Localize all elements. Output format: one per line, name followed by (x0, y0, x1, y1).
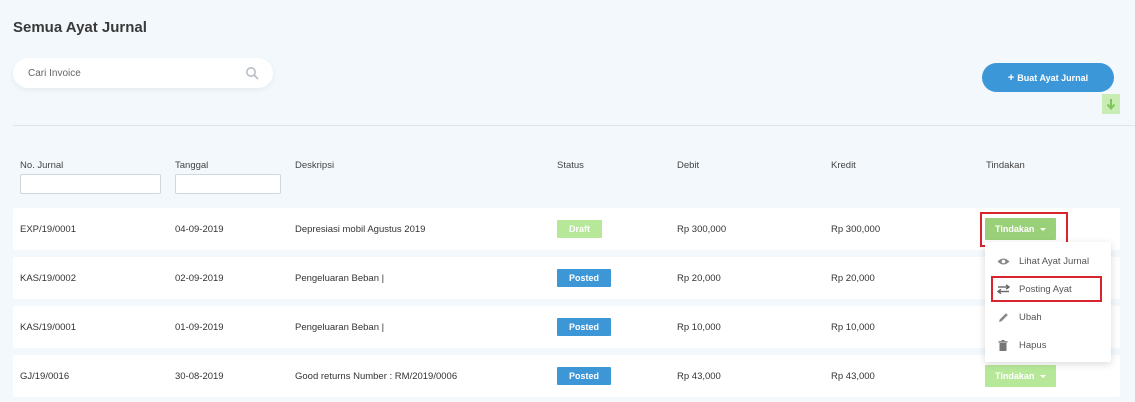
menu-item-hapus[interactable]: Hapus (985, 331, 1111, 359)
table-row: KAS/19/0001 01-09-2019 Pengeluaran Beban… (13, 306, 1120, 348)
table-row: GJ/19/0016 30-08-2019 Good returns Numbe… (13, 355, 1120, 397)
cell-tanggal: 02-09-2019 (175, 272, 224, 284)
column-header-deskripsi: Deskripsi (295, 160, 335, 171)
trash-icon (996, 338, 1010, 352)
column-header-debit: Debit (677, 160, 700, 171)
cell-deskripsi: Pengeluaran Beban | (295, 321, 385, 333)
cell-no-jurnal: EXP/19/0001 (20, 223, 76, 235)
menu-item-label: Ubah (1019, 311, 1042, 323)
arrow-down-icon (1106, 99, 1116, 110)
menu-item-label: Lihat Ayat Jurnal (1019, 255, 1090, 267)
menu-item-highlight (991, 276, 1102, 302)
filter-no-jurnal-input[interactable] (20, 174, 161, 194)
cell-no-jurnal: KAS/19/0001 (20, 321, 76, 333)
status-badge: Posted (557, 367, 612, 385)
column-header-tanggal: Tanggal (175, 160, 209, 171)
menu-item-label: Hapus (1019, 339, 1047, 351)
column-header-no-jurnal: No. Jurnal (20, 160, 64, 171)
column-header-kredit: Kredit (831, 160, 856, 171)
pencil-icon (996, 310, 1010, 324)
cell-debit: Rp 43,000 (677, 370, 721, 382)
search-icon[interactable] (245, 66, 259, 80)
status-badge: Draft (557, 220, 603, 238)
cell-tanggal: 30-08-2019 (175, 370, 224, 382)
table-row: EXP/19/0001 04-09-2019 Depresiasi mobil … (13, 208, 1120, 250)
cell-deskripsi: Good returns Number : RM/2019/0006 (295, 370, 458, 382)
cell-kredit: Rp 43,000 (831, 370, 875, 382)
cell-debit: Rp 300,000 (677, 223, 727, 235)
search-box (13, 58, 273, 88)
cell-deskripsi: Depresiasi mobil Agustus 2019 (295, 223, 426, 235)
status-badge: Posted (557, 269, 612, 287)
action-dropdown-label: Tindakan (995, 371, 1035, 381)
eye-icon (996, 254, 1010, 268)
create-journal-button[interactable]: + Buat Ayat Jurnal (982, 63, 1114, 92)
page-title: Semua Ayat Jurnal (13, 19, 147, 36)
cell-kredit: Rp 20,000 (831, 272, 875, 284)
menu-item-lihat-ayat-jurnal[interactable]: Lihat Ayat Jurnal (985, 247, 1111, 275)
cell-debit: Rp 10,000 (677, 321, 721, 333)
column-header-status: Status (557, 160, 584, 171)
search-input[interactable] (28, 58, 238, 88)
filter-tanggal-input[interactable] (175, 174, 281, 194)
action-dropdown-button[interactable]: Tindakan (985, 365, 1057, 387)
download-button[interactable] (1102, 94, 1120, 114)
cell-kredit: Rp 300,000 (831, 223, 881, 235)
table-row: KAS/19/0002 02-09-2019 Pengeluaran Beban… (13, 257, 1120, 299)
divider (13, 125, 1135, 126)
action-dropdown-menu: Lihat Ayat Jurnal Posting Ayat Ubah Hapu… (985, 242, 1111, 362)
cell-tanggal: 01-09-2019 (175, 321, 224, 333)
cell-no-jurnal: KAS/19/0002 (20, 272, 76, 284)
create-journal-label: Buat Ayat Jurnal (1017, 72, 1089, 83)
cell-kredit: Rp 10,000 (831, 321, 875, 333)
caret-down-icon (1040, 374, 1047, 378)
cell-deskripsi: Pengeluaran Beban | (295, 272, 385, 284)
plus-icon: + (1007, 71, 1015, 84)
cell-no-jurnal: GJ/19/0016 (20, 370, 70, 382)
cell-tanggal: 04-09-2019 (175, 223, 224, 235)
column-header-tindakan: Tindakan (986, 160, 1025, 171)
menu-item-ubah[interactable]: Ubah (985, 303, 1111, 331)
status-badge: Posted (557, 318, 612, 336)
cell-debit: Rp 20,000 (677, 272, 721, 284)
